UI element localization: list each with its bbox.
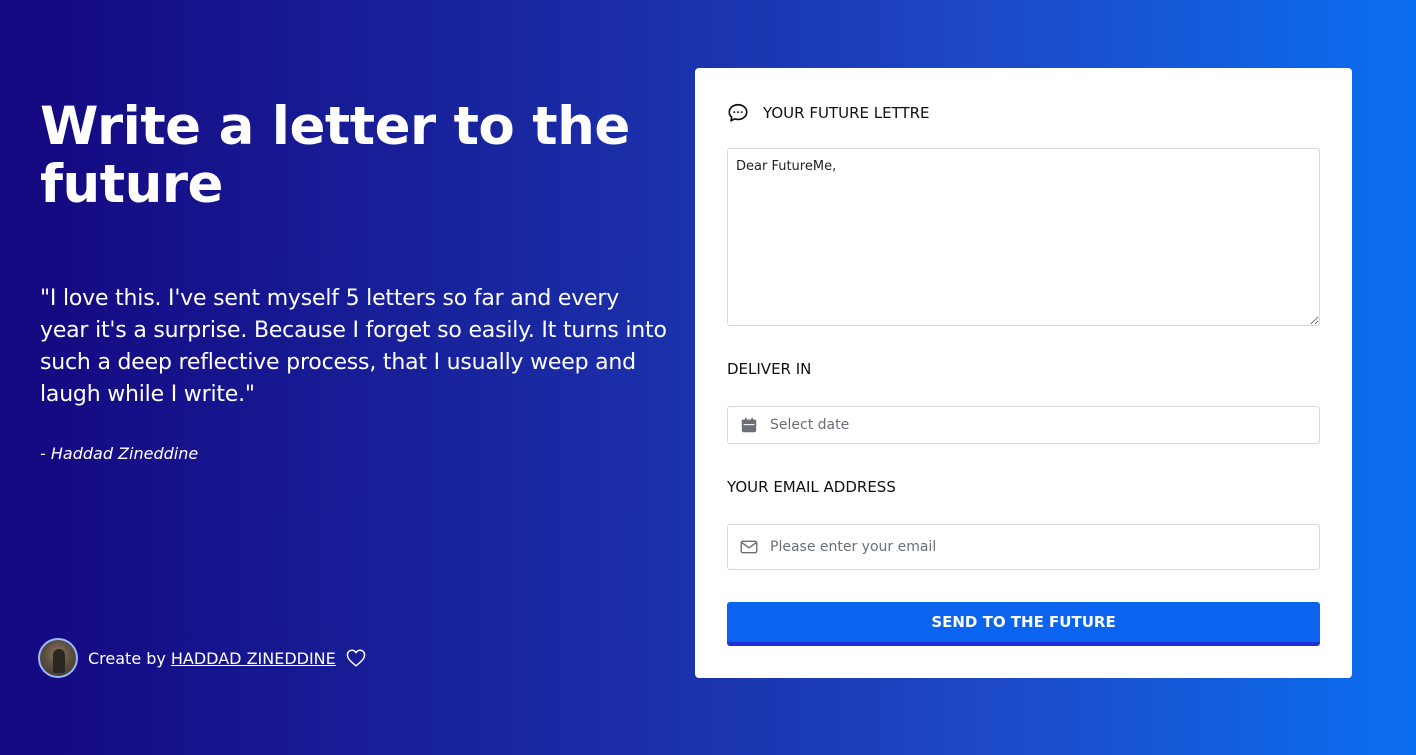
page-title: Write a letter to the future: [40, 96, 630, 215]
testimonial-author: - Haddad Zineddine: [40, 444, 199, 463]
credit-prefix: Create by: [88, 648, 166, 668]
hero-section: Write a letter to the future: [40, 98, 670, 214]
letter-form: YOUR FUTURE LETTRE DELIVER IN YOUR EMAIL…: [695, 68, 1352, 678]
creator-link[interactable]: HADDAD ZINEDDINE: [171, 649, 336, 668]
testimonial-quote: "I love this. I've sent myself 5 letters…: [40, 286, 667, 407]
avatar: [38, 638, 78, 678]
creator-credit: Create by HADDAD ZINEDDINE: [38, 636, 366, 680]
chat-bubble-icon: [728, 103, 748, 122]
deliver-label: DELIVER IN: [727, 360, 812, 378]
send-to-future-button[interactable]: SEND TO THE FUTURE: [727, 602, 1320, 646]
form-header-label: YOUR FUTURE LETTRE: [763, 104, 930, 122]
heart-icon: [346, 649, 366, 667]
form-header: YOUR FUTURE LETTRE: [727, 102, 930, 124]
envelope-icon: [740, 540, 758, 554]
email-label: YOUR EMAIL ADDRESS: [727, 478, 896, 496]
date-field[interactable]: [727, 406, 1320, 444]
date-input[interactable]: [768, 416, 1312, 434]
calendar-icon: [741, 417, 757, 433]
email-field[interactable]: [727, 524, 1320, 570]
email-input[interactable]: [768, 538, 1312, 556]
letter-textarea[interactable]: [727, 148, 1320, 326]
